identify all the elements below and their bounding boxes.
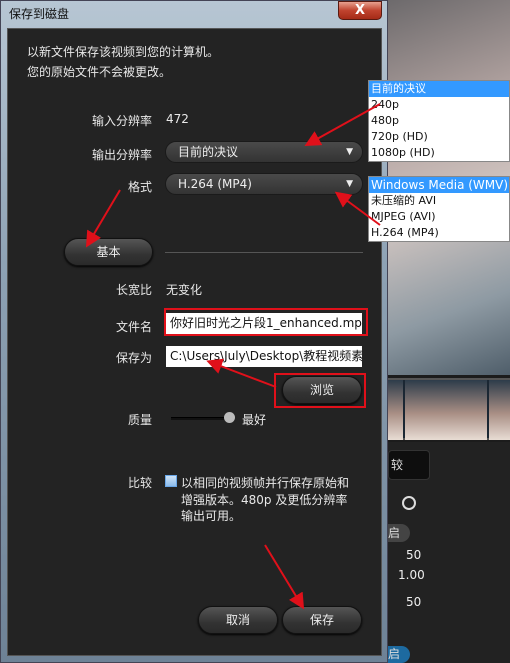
compare-text-1: 以相同的视频帧并行保存原始和 — [181, 476, 350, 490]
output-resolution-dropdown[interactable]: 目前的决议 ▼ — [165, 141, 363, 163]
annotation-box — [274, 373, 366, 408]
quality-slider[interactable] — [171, 417, 231, 420]
output-resolution-options: 目前的决议 240p 480p 720p (HD) 1080p (HD) — [368, 80, 510, 162]
filename-label: 文件名 — [115, 320, 152, 334]
save-as-label: 保存为 — [115, 351, 152, 365]
option[interactable]: 240p — [369, 97, 509, 113]
intro-line-2: 您的原始文件不会被更改。 — [27, 65, 172, 79]
input-resolution-label: 输入分辨率 — [91, 114, 152, 128]
compare-checkbox[interactable] — [165, 475, 177, 487]
option[interactable]: 480p — [369, 113, 509, 129]
annotation-box — [164, 308, 368, 336]
compare-button-bg[interactable]: 较 — [388, 450, 430, 480]
chevron-down-icon: ▼ — [346, 179, 353, 189]
save-button[interactable]: 保存 — [282, 606, 362, 634]
background-settings-panel: 较 启 50 1.00 50 启 — [388, 442, 510, 663]
compare-label: 比较 — [127, 476, 152, 490]
option[interactable]: 720p (HD) — [369, 129, 509, 145]
option[interactable]: 未压缩的 AVI — [369, 193, 509, 209]
thumbnail[interactable] — [388, 380, 403, 440]
divider — [165, 252, 363, 253]
format-value: H.264 (MP4) — [178, 177, 252, 191]
value: 50 — [406, 595, 422, 609]
compare-text-2: 增强版本。480p 及更低分辨率 — [181, 493, 348, 507]
thumbnail[interactable] — [405, 380, 487, 440]
toggle-bg[interactable]: 启 — [388, 524, 410, 542]
dialog-title: 保存到磁盘 — [9, 7, 70, 21]
output-resolution-value: 目前的决议 — [178, 145, 239, 159]
output-resolution-label: 输出分辨率 — [91, 148, 152, 162]
cancel-button[interactable]: 取消 — [198, 606, 278, 634]
value: 1.00 — [398, 568, 425, 582]
info-icon[interactable] — [402, 496, 416, 510]
input-resolution-value: 472 — [166, 112, 189, 126]
aspect-ratio-value: 无变化 — [166, 283, 203, 297]
aspect-ratio-label: 长宽比 — [115, 283, 152, 297]
save-as-input[interactable]: C:\Users\July\Desktop\教程视频素材 — [166, 346, 362, 367]
option[interactable]: 1080p (HD) — [369, 145, 509, 161]
quality-value: 最好 — [242, 413, 267, 427]
toggle-bg[interactable]: 启 — [388, 646, 410, 663]
option[interactable]: MJPEG (AVI) — [369, 209, 509, 225]
compare-text-3: 输出可用。 — [181, 509, 242, 523]
format-options: Windows Media (WMV) 未压缩的 AVI MJPEG (AVI)… — [368, 176, 510, 242]
option[interactable]: H.264 (MP4) — [369, 225, 509, 241]
option[interactable]: Windows Media (WMV) — [369, 177, 509, 193]
format-dropdown[interactable]: H.264 (MP4) ▼ — [165, 173, 363, 195]
value: 50 — [406, 548, 422, 562]
close-button[interactable]: X — [338, 1, 382, 20]
quality-label: 质量 — [127, 413, 152, 427]
background-thumbnail-strip — [388, 378, 510, 440]
format-label: 格式 — [127, 180, 152, 194]
basic-button[interactable]: 基本 — [64, 238, 153, 266]
intro-line-1: 以新文件保存该视频到您的计算机。 — [27, 45, 220, 59]
option[interactable]: 目前的决议 — [369, 81, 509, 97]
chevron-down-icon: ▼ — [346, 147, 353, 157]
quality-slider-thumb[interactable] — [224, 412, 235, 423]
thumbnail[interactable] — [489, 380, 510, 440]
